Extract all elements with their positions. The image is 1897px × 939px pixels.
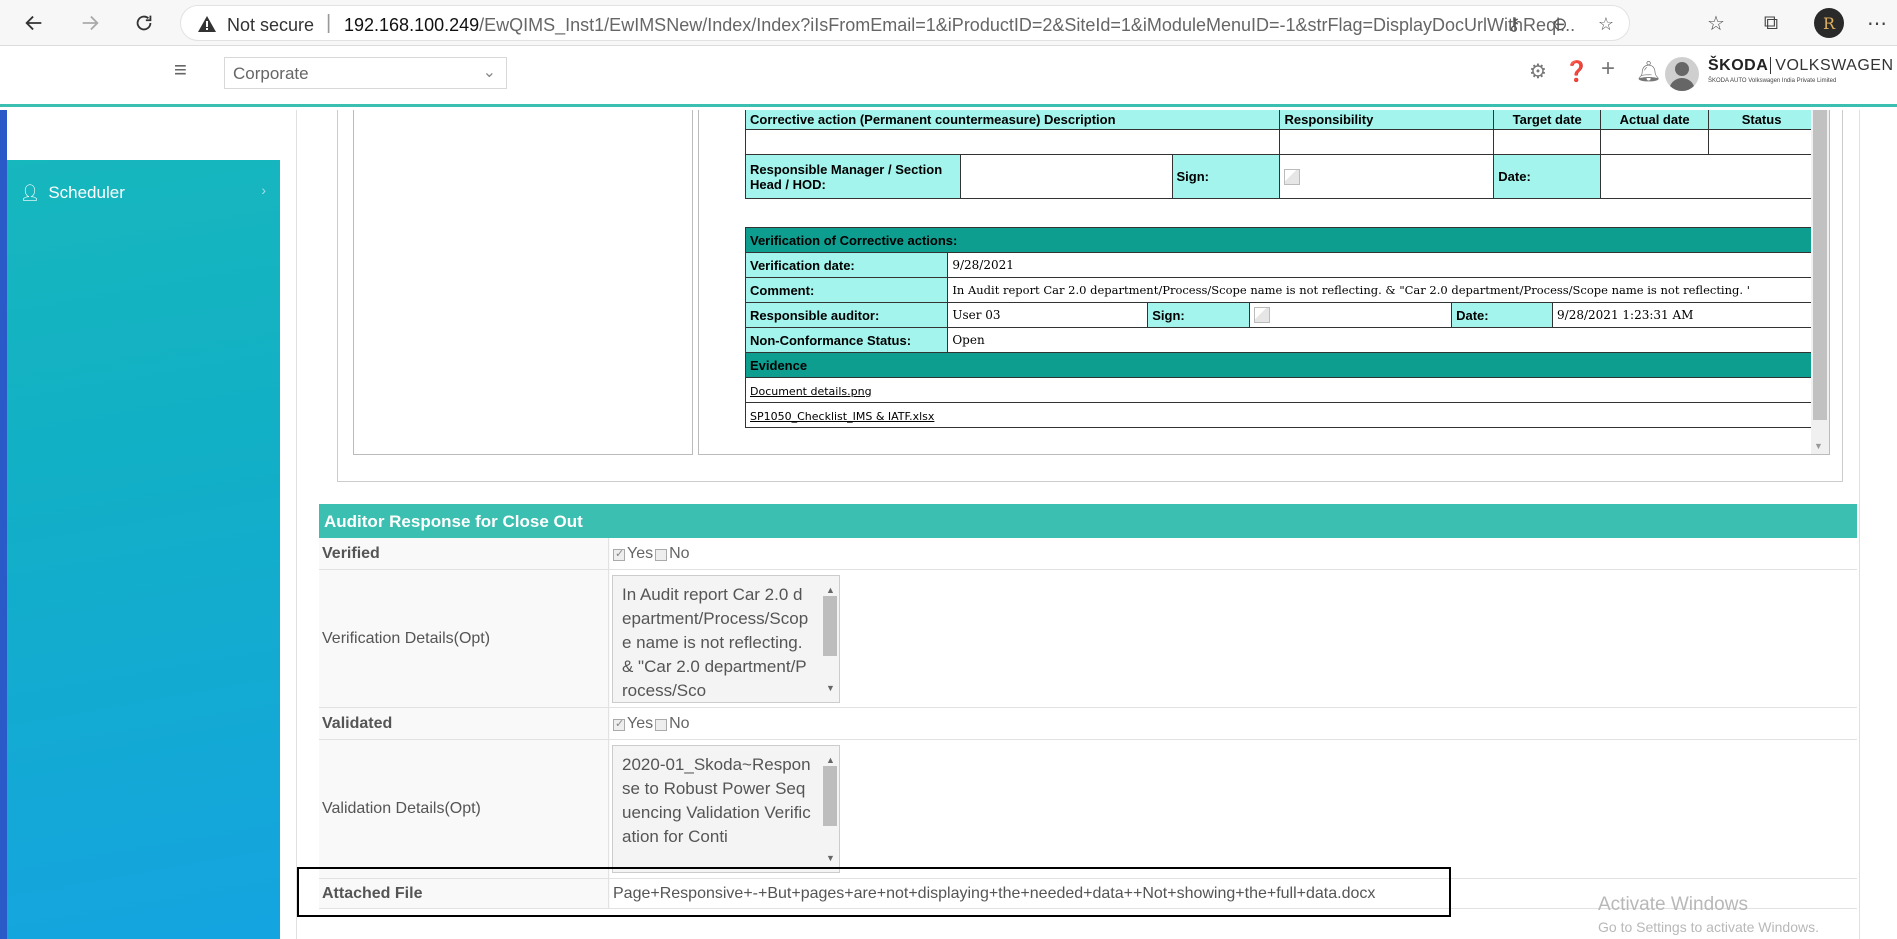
app-header: ≡ Corporate ⌄ ⚙ ❓ + 🔔︎ ŠKODA VOLKSWAGEN Š… <box>0 47 1897 107</box>
auditor-date: 9/28/2021 1:23:31 AM <box>1552 302 1815 328</box>
plus-icon[interactable]: + <box>1601 55 1615 83</box>
scrollbar[interactable]: ▼ <box>1811 110 1829 454</box>
zoom-icon[interactable]: ⊖ <box>1547 11 1573 37</box>
verification-details-row: Verification Details(Opt) In Audit repor… <box>319 570 1857 708</box>
chevron-right-icon: › <box>261 182 266 198</box>
reload-icon[interactable] <box>128 7 160 39</box>
scroll-down-icon[interactable]: ▼ <box>1814 441 1823 451</box>
favorite-add-icon[interactable]: ☆ <box>1593 11 1619 37</box>
verified-yes-checkbox[interactable] <box>613 547 625 561</box>
collections-icon[interactable]: ⧉ <box>1756 8 1786 38</box>
user-clock-icon: 👤︎ <box>20 185 41 202</box>
chevron-down-icon: ⌄ <box>482 64 496 81</box>
back-icon[interactable] <box>18 7 50 39</box>
browser-toolbar: Not secure | 192.168.100.249/EwQIMS_Inst… <box>0 0 1897 46</box>
more-icon[interactable]: ⋯ <box>1862 8 1892 38</box>
address-bar[interactable]: Not secure | 192.168.100.249/EwQIMS_Inst… <box>180 5 1630 41</box>
site-select[interactable]: Corporate ⌄ <box>224 57 507 89</box>
evidence-header: Evidence <box>745 352 1815 378</box>
auditor-signature-image <box>1254 307 1271 324</box>
evidence-file-link[interactable]: SP1050_Checklist_IMS & IATF.xlsx <box>750 410 934 423</box>
corrective-action-table: Corrective action (Permanent countermeas… <box>744 110 1815 199</box>
gear-icon[interactable]: ⚙ <box>1529 59 1547 84</box>
comment-value: In Audit report Car 2.0 department/Proce… <box>947 277 1815 303</box>
brand-logo: ŠKODA VOLKSWAGEN ŠKODA AUTO Volkswagen In… <box>1708 57 1894 84</box>
sidebar-item-scheduler[interactable]: 👤︎ Scheduler › <box>7 168 280 218</box>
key-icon[interactable]: ⚷ <box>1501 11 1527 37</box>
nc-status: Open <box>947 327 1815 353</box>
evidence-file-link[interactable]: Document details.png <box>750 385 872 398</box>
warning-icon <box>198 16 216 32</box>
hamburger-menu-icon[interactable]: ≡ <box>174 57 187 83</box>
highlight-annotation <box>297 867 1451 917</box>
profile-avatar[interactable]: R <box>1814 8 1844 38</box>
validation-details-row: Validation Details(Opt) 2020-01_Skoda~Re… <box>319 740 1857 879</box>
nc-report-pane[interactable]: Corrective action (Permanent countermeas… <box>698 110 1830 455</box>
help-icon[interactable]: ❓ <box>1564 59 1589 84</box>
validation-details-textarea[interactable]: 2020-01_Skoda~Response to Robust Power S… <box>612 745 840 873</box>
responsible-manager-label: Responsible Manager / Section Head / HOD… <box>745 154 961 199</box>
user-avatar[interactable] <box>1665 57 1699 91</box>
verification-table: Verification of Corrective actions: Veri… <box>744 227 1815 428</box>
verification-header: Verification of Corrective actions: <box>745 227 1815 253</box>
responsible-auditor: User 03 <box>947 302 1149 328</box>
validated-no-checkbox[interactable] <box>655 718 668 731</box>
verification-date: 9/28/2021 <box>947 252 1815 278</box>
activate-windows-watermark: Activate Windows Go to Settings to activ… <box>1598 894 1819 935</box>
sidebar: 👤︎ Scheduler › <box>0 110 280 939</box>
verified-row: Verified Yes No <box>319 538 1857 570</box>
validated-yes-checkbox[interactable] <box>613 717 625 731</box>
bell-icon[interactable]: 🔔︎ <box>1636 59 1661 84</box>
sidebar-item-label: Scheduler <box>48 183 125 202</box>
verified-no-checkbox[interactable] <box>655 548 668 561</box>
main-content: Corrective action (Permanent countermeas… <box>280 110 1897 939</box>
signature-image <box>1284 168 1301 185</box>
auditor-response-panel: Auditor Response for Close Out Verified … <box>319 504 1857 909</box>
nc-report-frame: Corrective action (Permanent countermeas… <box>337 110 1843 482</box>
not-secure-label: Not secure <box>227 15 315 35</box>
forward-icon[interactable] <box>74 7 106 39</box>
corrective-action-header: Corrective action (Permanent countermeas… <box>744 110 1281 130</box>
verification-details-textarea[interactable]: In Audit report Car 2.0 department/Proce… <box>612 575 840 703</box>
left-pane <box>353 110 693 455</box>
favorites-icon[interactable]: ☆ <box>1701 8 1731 38</box>
validated-row: Validated Yes No <box>319 708 1857 740</box>
auditor-response-title: Auditor Response for Close Out <box>319 504 1857 538</box>
url-text[interactable]: 192.168.100.249/EwQIMS_Inst1/EwIMSNew/In… <box>344 15 1575 36</box>
